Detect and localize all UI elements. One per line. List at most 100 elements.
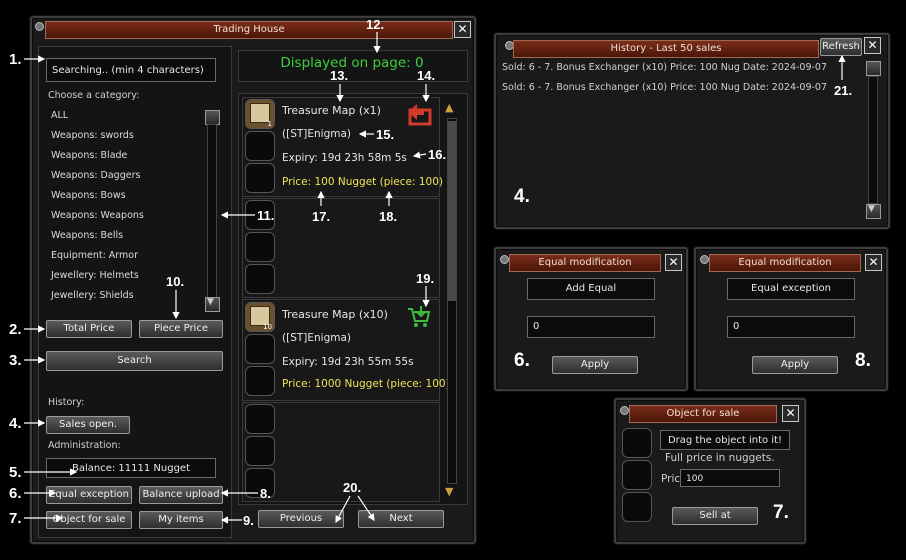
cart-icon[interactable] [406,305,432,329]
pin-icon [35,22,44,31]
full-price-label: Full price in nuggets. [665,452,775,464]
window-title: Equal modification [509,254,661,272]
equal-exception-button[interactable]: Equal exception [46,486,132,504]
item-price: Price: 100 Nugget (piece: 100) [282,176,444,188]
annotation-label: 20. [343,480,362,495]
scroll-thumb[interactable] [448,121,456,301]
history-scroll-down-button[interactable]: ▼ [866,204,881,219]
scroll-up-icon[interactable]: ▲ [445,101,453,114]
close-icon[interactable]: ✕ [782,405,799,422]
category-item[interactable]: Jewellery: Shields [51,290,134,301]
annotation-label: 8. [260,486,271,501]
close-icon[interactable]: ✕ [864,37,881,54]
history-row: Sold: 6 - 7. Bonus Exchanger (x10) Price… [502,82,828,93]
annotation-label: 11. [257,208,275,223]
chevron-down-icon: ▼ [868,204,875,214]
sales-open-button[interactable]: Sales open. [46,416,130,434]
item-slot [245,264,275,294]
category-item[interactable]: Weapons: Weapons [51,210,144,221]
annotation-label: 19. [416,271,435,286]
piece-price-button[interactable]: Piece Price [139,320,223,338]
refresh-button[interactable]: Refresh [820,38,862,56]
annotation-label: 2. [9,321,22,338]
history-scroll-up-button[interactable] [866,61,881,76]
item-quantity: 1 [267,120,272,128]
annotation-label: 17. [312,209,331,224]
annotation-label: 13. [330,68,349,83]
category-item[interactable]: Jewellery: Helmets [51,270,139,281]
item-seller: ([ST]Enigma) [282,128,351,140]
item-slot [245,163,275,193]
search-button[interactable]: Search [46,351,223,371]
history-scrollbar[interactable] [868,76,878,204]
item-quantity: 10 [263,323,272,331]
apply-button[interactable]: Apply [752,356,838,374]
close-icon[interactable]: ✕ [865,254,882,271]
annotation-label: 10. [166,274,185,289]
drop-slot[interactable] [622,460,652,490]
annotation-label: 5. [9,464,22,481]
item-slot [245,366,275,396]
pin-icon [500,255,509,264]
annotation-label: 4. [514,186,530,207]
annotation-label: 16. [428,147,447,162]
category-item[interactable]: Weapons: Daggers [51,170,140,181]
drop-slot[interactable] [622,492,652,522]
item-seller: ([ST]Enigma) [282,332,351,344]
drag-object-area[interactable]: Drag the object into it! [660,430,790,450]
sell-at-button[interactable]: Sell at [672,507,758,525]
category-scroll-down-button[interactable]: ▼ [205,297,220,312]
annotation-label: 9. [243,513,254,528]
annotation-label: 15. [376,127,395,142]
equal-exception-label: Equal exception [727,278,855,300]
window-title: Object for sale [629,405,777,423]
category-scroll-up-button[interactable] [205,110,220,125]
item-slot [245,232,275,262]
history-label: History: [48,397,85,408]
scroll-down-icon[interactable]: ▼ [445,485,453,498]
category-item[interactable]: Weapons: swords [51,130,134,141]
annotation-label: 14. [417,68,436,83]
drop-slot[interactable] [622,428,652,458]
item-expiry: Expiry: 19d 23h 55m 55s [282,356,414,368]
my-items-button[interactable]: My items [139,511,223,529]
refund-icon[interactable] [404,100,434,128]
category-item[interactable]: Equipment: Armor [51,250,138,261]
pin-icon [620,406,629,415]
administration-label: Administration: [48,440,121,451]
history-row: Sold: 6 - 7. Bonus Exchanger (x10) Price… [502,62,828,73]
apply-button[interactable]: Apply [552,356,638,374]
equal-exception-value-input[interactable]: 0 [727,316,855,338]
category-item[interactable]: ALL [51,110,68,121]
close-icon[interactable]: ✕ [665,254,682,271]
annotation-label: 21. [834,83,853,98]
item-slot [245,436,275,466]
balance-display: Balance: 11111 Nugget [46,458,216,478]
next-button[interactable]: Next [358,510,444,528]
item-slot [245,131,275,161]
annotation-label: 8. [855,350,871,371]
category-item[interactable]: Weapons: Bows [51,190,126,201]
search-input[interactable]: Searching.. (min 4 characters) [46,58,216,82]
annotation-label: 7. [773,502,789,523]
previous-button[interactable]: Previous [258,510,344,528]
total-price-button[interactable]: Total Price [46,320,132,338]
item-scrollbar[interactable] [447,118,457,484]
annotation-label: 6. [514,350,530,371]
equal-value-input[interactable]: 0 [527,316,655,338]
annotation-label: 6. [9,485,22,502]
category-item[interactable]: Weapons: Bells [51,230,123,241]
item-expiry: Expiry: 19d 23h 58m 5s [282,152,407,164]
annotation-label: 3. [9,352,22,369]
price-label: Price [661,473,681,485]
category-scrollbar[interactable] [207,124,217,298]
balance-upload-button[interactable]: Balance upload [139,486,223,504]
pin-icon [700,255,709,264]
close-icon[interactable]: ✕ [454,21,471,38]
window-title: Trading House [45,21,453,39]
item-thumbnail: 1 [245,99,275,129]
object-for-sale-button[interactable]: Object for sale [46,511,132,529]
item-name: Treasure Map (x1) [282,104,381,117]
sale-price-input[interactable]: 100 [680,469,780,487]
category-item[interactable]: Weapons: Blade [51,150,127,161]
